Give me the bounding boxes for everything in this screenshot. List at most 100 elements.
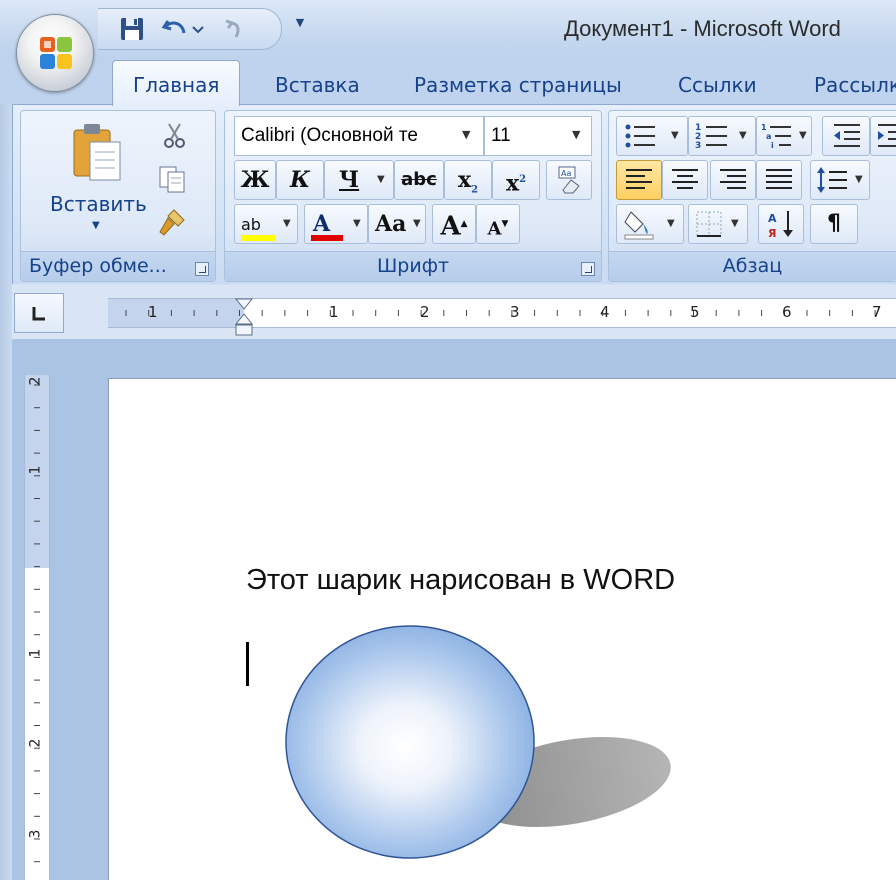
align-center-button[interactable] xyxy=(662,160,708,200)
redo-icon[interactable] xyxy=(218,13,248,45)
grow-font-label: A xyxy=(440,211,461,242)
justify-button[interactable] xyxy=(756,160,802,200)
line-spacing-dropdown-icon[interactable]: ▼ xyxy=(855,161,863,199)
shading-dropdown-icon[interactable]: ▼ xyxy=(667,205,675,243)
save-icon[interactable] xyxy=(118,13,148,45)
paste-button[interactable]: Вставить ▼ xyxy=(40,116,150,246)
borders-button[interactable]: ▼ xyxy=(688,204,748,244)
shrink-font-arrow-icon: ▼ xyxy=(501,219,509,229)
customize-qat-icon[interactable]: ▼ xyxy=(290,16,310,38)
font-name-combo[interactable]: Calibri (Основной те xyxy=(234,116,484,156)
svg-text:3: 3 xyxy=(695,141,701,151)
borders-dropdown-icon[interactable]: ▼ xyxy=(731,205,739,243)
font-name-dropdown-icon[interactable]: ▼ xyxy=(462,128,470,141)
h-tick-label-1: 1 xyxy=(329,303,339,321)
v-tick-label-4: 3 xyxy=(27,829,44,839)
copy-icon[interactable] xyxy=(156,164,188,194)
underline-dropdown-icon[interactable]: ▼ xyxy=(377,161,385,199)
undo-dropdown-icon[interactable] xyxy=(190,13,206,45)
font-color-label: A xyxy=(313,211,331,237)
multilevel-list-button[interactable]: 1 a i ▼ xyxy=(756,116,812,156)
underline-button[interactable]: Ч ▼ xyxy=(324,160,394,200)
horizontal-ruler[interactable] xyxy=(108,295,896,336)
shading-button[interactable]: ▼ xyxy=(616,204,684,244)
borders-icon xyxy=(696,211,722,237)
tab-references[interactable]: Ссылки xyxy=(678,64,757,104)
font-color-button[interactable]: A ▼ xyxy=(304,204,368,244)
paste-label: Вставить xyxy=(50,192,147,216)
undo-icon[interactable] xyxy=(160,13,190,45)
tab-page-layout[interactable]: Разметка страницы xyxy=(414,64,622,104)
tab-mailings[interactable]: Рассылк xyxy=(814,64,896,104)
increase-indent-icon xyxy=(878,124,896,147)
window-title: Документ1 - Microsoft Word xyxy=(564,16,841,41)
svg-text:А: А xyxy=(768,212,777,225)
svg-text:1: 1 xyxy=(761,123,767,132)
subscript-button[interactable]: x2 xyxy=(444,160,492,200)
multilevel-dropdown-icon[interactable]: ▼ xyxy=(799,117,807,155)
tab-insert[interactable]: Вставка xyxy=(275,64,360,104)
ball-drawing[interactable] xyxy=(270,620,690,870)
sort-button[interactable]: А Я xyxy=(758,204,804,244)
clear-formatting-button[interactable]: Aa xyxy=(546,160,592,200)
change-case-button[interactable]: Aa ▼ xyxy=(368,204,426,244)
grow-font-arrow-icon: ▲ xyxy=(460,219,468,229)
highlight-dropdown-icon[interactable]: ▼ xyxy=(283,205,291,243)
h-tick-label-0: 1 xyxy=(148,303,158,321)
highlight-button[interactable]: ab ▼ xyxy=(234,204,298,244)
highlight-label: ab xyxy=(241,215,261,234)
increase-indent-button[interactable] xyxy=(870,116,896,156)
strikethrough-button[interactable]: abc xyxy=(394,160,444,200)
bullets-button[interactable]: ▼ xyxy=(616,116,688,156)
svg-text:i: i xyxy=(771,141,774,150)
ruler-ticks xyxy=(125,310,876,316)
vertical-ruler[interactable] xyxy=(24,375,50,880)
grow-font-button[interactable]: A▲ xyxy=(432,204,476,244)
line-spacing-button[interactable]: ▼ xyxy=(810,160,870,200)
v-tick-label-0: 2 xyxy=(27,376,44,386)
paragraph-group-label: Абзац xyxy=(609,251,896,281)
italic-button[interactable]: К xyxy=(276,160,324,200)
font-size-dropdown-icon[interactable]: ▼ xyxy=(572,128,580,141)
svg-text:Aa: Aa xyxy=(561,169,571,178)
paste-icon xyxy=(73,124,121,181)
format-painter-icon[interactable] xyxy=(156,206,188,238)
vruler-ticks xyxy=(34,384,40,863)
quick-access-toolbar xyxy=(98,8,282,50)
font-launcher-icon[interactable] xyxy=(581,262,595,276)
first-line-indent-marker[interactable] xyxy=(234,295,254,310)
h-tick-label-6: 6 xyxy=(782,303,792,321)
cut-icon[interactable] xyxy=(160,120,190,150)
numbering-button[interactable]: 1 2 3 ▼ xyxy=(688,116,756,156)
bullets-icon xyxy=(625,124,655,148)
hanging-indent-marker[interactable] xyxy=(234,313,254,337)
h-tick-label-4: 4 xyxy=(600,303,610,321)
align-left-button[interactable] xyxy=(616,160,662,200)
document-text[interactable]: Этот шарик нарисован в WORD xyxy=(246,564,675,597)
ball-shape xyxy=(285,625,535,859)
shrink-font-button[interactable]: A▼ xyxy=(476,204,520,244)
paste-dropdown-icon[interactable]: ▼ xyxy=(92,220,100,231)
bold-button[interactable]: Ж xyxy=(234,160,276,200)
decrease-indent-button[interactable] xyxy=(822,116,870,156)
window-left-frame xyxy=(0,62,12,880)
shading-icon xyxy=(624,211,654,240)
decrease-indent-icon xyxy=(834,124,860,147)
v-tick-label-3: 2 xyxy=(27,738,44,748)
text-cursor xyxy=(246,642,249,686)
clipboard-launcher-icon[interactable] xyxy=(195,262,209,276)
tab-home[interactable]: Главная xyxy=(112,60,241,106)
h-tick-label-5: 5 xyxy=(690,303,700,321)
font-color-bar xyxy=(311,235,343,241)
change-case-dropdown-icon[interactable]: ▼ xyxy=(413,205,421,243)
office-button[interactable] xyxy=(16,14,94,92)
font-group-label: Шрифт xyxy=(225,251,601,281)
show-formatting-button[interactable]: ¶ xyxy=(810,204,858,244)
numbering-dropdown-icon[interactable]: ▼ xyxy=(739,117,747,155)
tab-selector[interactable] xyxy=(14,293,64,333)
superscript-button[interactable]: x2 xyxy=(492,160,540,200)
align-right-button[interactable] xyxy=(710,160,756,200)
font-color-dropdown-icon[interactable]: ▼ xyxy=(353,205,361,243)
bullets-dropdown-icon[interactable]: ▼ xyxy=(671,117,679,155)
eraser-icon: Aa xyxy=(558,166,580,194)
